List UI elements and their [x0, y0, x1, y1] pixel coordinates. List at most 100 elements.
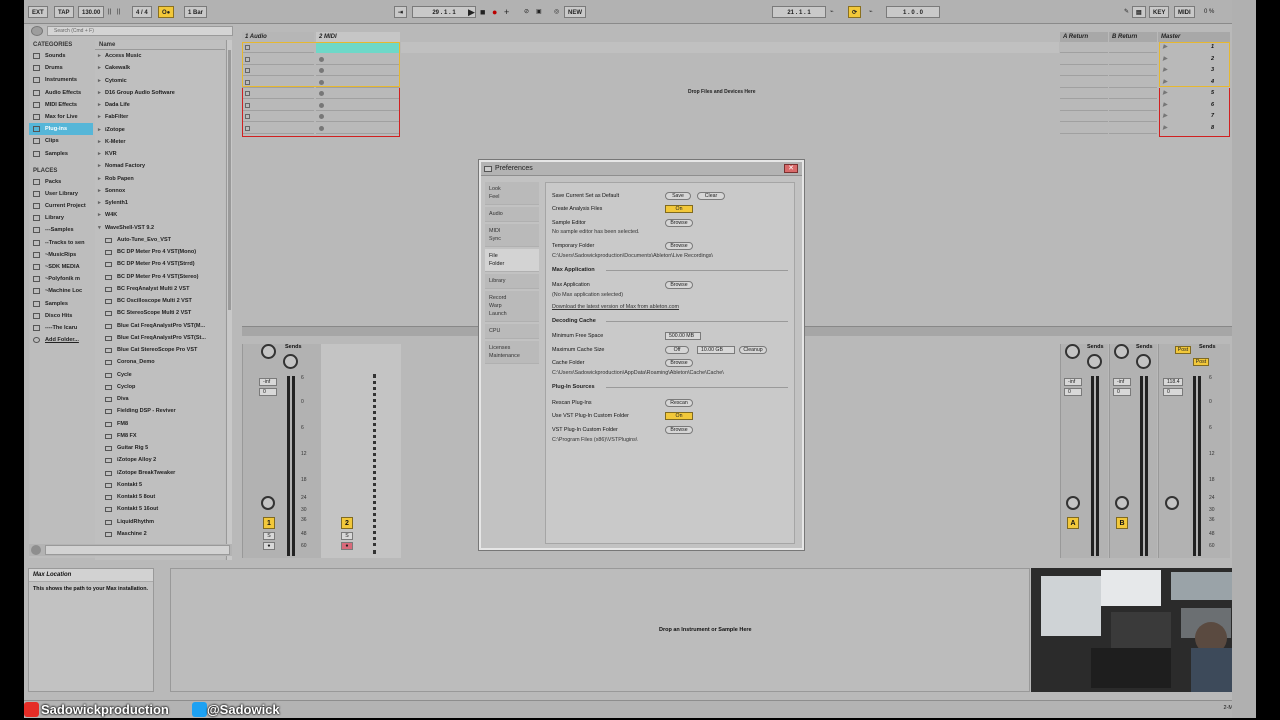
loop-switch-icon[interactable]: ⟳: [848, 6, 862, 18]
place-item[interactable]: ~Machine Loc: [29, 285, 93, 297]
browser-list-item[interactable]: Kontakt 5 8out: [95, 491, 225, 503]
download-max-link[interactable]: Download the latest version of Max from …: [552, 304, 679, 310]
browser-list-item[interactable]: ▾ WaveShell-VST 9.2: [95, 222, 225, 234]
browser-list-item[interactable]: ▸ K-Meter: [95, 136, 225, 148]
loop-start-field[interactable]: 21 . 1 . 1: [772, 6, 826, 18]
browser-list-item[interactable]: iZotope BreakTweaker: [95, 467, 225, 479]
preferences-tab[interactable]: Look Feel: [485, 182, 539, 205]
browser-list-item[interactable]: BC DP Meter Pro 4 VST(Stereo): [95, 271, 225, 283]
return-b-pan-knob[interactable]: [1115, 496, 1129, 510]
min-free-space-field[interactable]: 500.00 MB: [665, 332, 701, 340]
key-map-button[interactable]: KEY: [1149, 6, 1170, 18]
track1-pan-knob[interactable]: [261, 496, 275, 510]
track-header-a-return[interactable]: A Return: [1060, 32, 1108, 42]
stop-icon[interactable]: ■: [480, 6, 485, 18]
place-item[interactable]: User Library: [29, 188, 93, 200]
track2-arm[interactable]: ●: [341, 542, 353, 550]
browser-toggle-icon[interactable]: [31, 26, 43, 36]
preferences-tab[interactable]: Licenses Maintenance: [485, 341, 539, 364]
return-a-send-knob[interactable]: [1065, 344, 1080, 359]
category-item[interactable]: Sounds: [29, 50, 93, 62]
browser-list-item[interactable]: ▸ KVR: [95, 148, 225, 160]
category-item[interactable]: Plug-ins: [29, 123, 93, 136]
category-item[interactable]: Instruments: [29, 74, 93, 86]
browser-list-item[interactable]: ▸ Cakewalk: [95, 62, 225, 74]
browser-preview-icon[interactable]: [31, 545, 41, 555]
browser-list-item[interactable]: Guitar Rig 5: [95, 442, 225, 454]
expand-arrow-icon[interactable]: ▸: [98, 62, 101, 74]
track-header-midi[interactable]: 2 MIDI: [316, 32, 400, 42]
return-b-volume[interactable]: -inf: [1113, 378, 1131, 386]
record-icon[interactable]: ●: [492, 6, 497, 18]
place-item[interactable]: Library: [29, 212, 93, 224]
expand-arrow-icon[interactable]: ▸: [98, 197, 101, 209]
save-button[interactable]: Save: [665, 192, 691, 200]
back-to-arrangement-icon[interactable]: ▣: [536, 6, 542, 18]
expand-arrow-icon[interactable]: ▸: [98, 173, 101, 185]
overdub-icon[interactable]: +: [504, 6, 509, 18]
master-volume[interactable]: 118.4: [1163, 378, 1183, 386]
vst-custom-folder-browse[interactable]: Browse: [665, 426, 693, 434]
punch-in-icon[interactable]: ⌁: [830, 6, 834, 18]
browser-list-item[interactable]: ▸ Dada Life: [95, 99, 225, 111]
track1-activator[interactable]: 1: [263, 517, 275, 529]
browser-list-item[interactable]: Maschine 2: [95, 528, 225, 540]
send-a-knob[interactable]: [261, 344, 276, 359]
close-icon[interactable]: ✕: [784, 164, 798, 173]
send-b-knob[interactable]: [283, 354, 298, 369]
place-item[interactable]: ----The Icaru: [29, 322, 93, 334]
category-item[interactable]: Max for Live: [29, 111, 93, 123]
create-analysis-toggle[interactable]: On: [665, 205, 693, 213]
nudge-icon[interactable]: ||: [108, 6, 111, 18]
browser-list-item[interactable]: ▸ Rob Papen: [95, 173, 225, 185]
browser-list-item[interactable]: BC Oscilloscope Multi 2 VST: [95, 295, 225, 307]
preferences-tab[interactable]: Audio: [485, 207, 539, 222]
capture-icon[interactable]: ◎: [554, 6, 559, 18]
max-cache-size-field[interactable]: 10.00 GB: [697, 346, 735, 354]
scene-launch-button[interactable]: ▶ 1: [1160, 42, 1228, 53]
browser-list-item[interactable]: ▸ Access Music: [95, 50, 225, 62]
browser-list-item[interactable]: Auto-Tune_Evo_VST: [95, 234, 225, 246]
browser-list-item[interactable]: Corona_Demo: [95, 356, 225, 368]
preferences-titlebar[interactable]: Preferences ✕: [481, 162, 802, 176]
category-item[interactable]: MIDI Effects: [29, 99, 93, 111]
track1-arm[interactable]: ●: [263, 542, 275, 550]
new-button[interactable]: NEW: [564, 6, 586, 18]
browser-list-item[interactable]: Blue Cat StereoScope Pro VST: [95, 344, 225, 356]
ext-button[interactable]: EXT: [28, 6, 48, 18]
expand-arrow-icon[interactable]: ▸: [98, 50, 101, 62]
scene-launch-button[interactable]: ▶ 2: [1160, 54, 1228, 65]
expand-arrow-icon[interactable]: ▸: [98, 148, 101, 160]
return-a-activator[interactable]: A: [1067, 517, 1079, 529]
master-post-a[interactable]: Post: [1175, 346, 1191, 354]
place-item[interactable]: Add Folder...: [29, 334, 93, 346]
track1-solo[interactable]: S: [263, 532, 275, 540]
category-item[interactable]: Drums: [29, 62, 93, 74]
return-a-pan[interactable]: 0: [1064, 388, 1082, 396]
place-item[interactable]: Samples: [29, 298, 93, 310]
browser-list-item[interactable]: FM8 FX: [95, 430, 225, 442]
place-item[interactable]: Current Project: [29, 200, 93, 212]
master-pan-knob[interactable]: [1165, 496, 1179, 510]
track2-activator[interactable]: 2: [341, 517, 353, 529]
scene-play-icon[interactable]: ▶: [1163, 77, 1167, 88]
max-cache-off-toggle[interactable]: Off: [665, 346, 689, 354]
return-a-send-b-knob[interactable]: [1087, 354, 1102, 369]
cache-folder-browse[interactable]: Browse: [665, 359, 693, 367]
punch-out-icon[interactable]: ⌁: [869, 6, 873, 18]
browser-list-item[interactable]: Cycle: [95, 369, 225, 381]
arrangement-position[interactable]: 29 . 1 . 1: [412, 6, 476, 18]
place-item[interactable]: ~MusicRips: [29, 249, 93, 261]
tempo-field[interactable]: 130.00: [78, 6, 105, 18]
expand-arrow-icon[interactable]: ▸: [98, 209, 101, 221]
place-item[interactable]: ~Polyfonik m: [29, 273, 93, 285]
category-item[interactable]: Audio Effects: [29, 87, 93, 99]
browser-search-input[interactable]: Search (Cmd + F): [47, 26, 233, 36]
preferences-tab[interactable]: CPU: [485, 324, 539, 339]
preferences-tab[interactable]: Library: [485, 274, 539, 289]
browser-list-item[interactable]: BC DP Meter Pro 4 VST(Mono): [95, 246, 225, 258]
place-item[interactable]: Packs: [29, 176, 93, 188]
scrollbar-thumb[interactable]: [228, 50, 231, 310]
preview-waveform[interactable]: [45, 545, 230, 555]
browser-list-item[interactable]: ▸ Sylenth1: [95, 197, 225, 209]
